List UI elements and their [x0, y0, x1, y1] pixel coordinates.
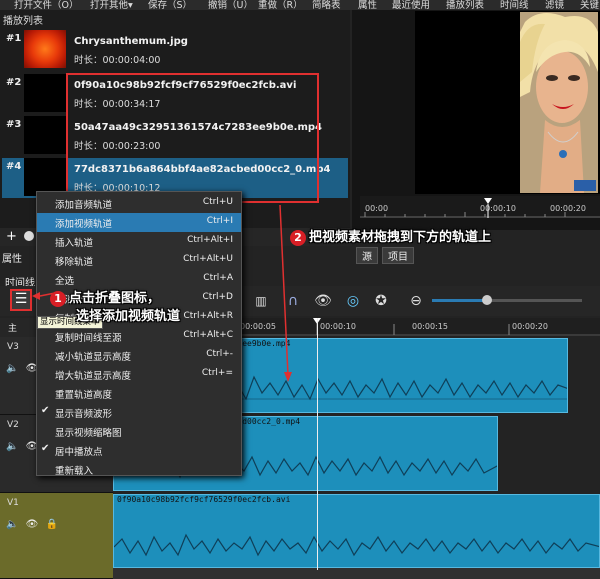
annotation-step2: 2 把视频素材拖拽到下方的轨道上	[290, 226, 491, 246]
annotation-text: 把视频素材拖拽到下方的轨道上	[309, 230, 492, 245]
step-number-badge: 1	[50, 291, 66, 307]
annotation-text: 点击折叠图标，	[69, 291, 161, 306]
annotation-step1: 1 点击折叠图标，	[50, 287, 160, 307]
annotation-step1-line2: 选择添加视频轨道	[76, 309, 181, 324]
step-number-badge: 2	[290, 230, 306, 246]
